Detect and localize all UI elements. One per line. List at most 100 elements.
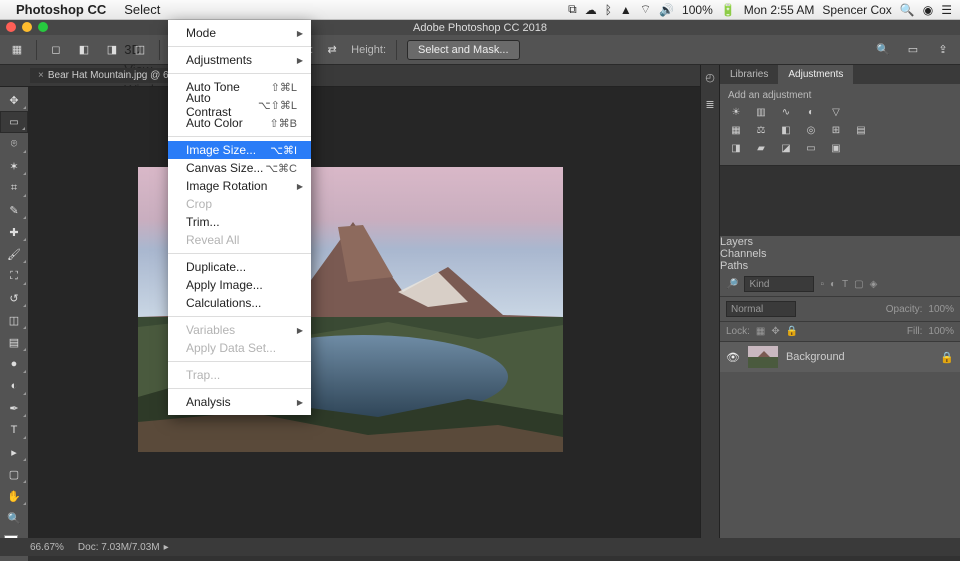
properties-rail-icon[interactable]: ≣	[705, 98, 714, 111]
selection-intersect-icon[interactable]: ◫	[131, 41, 149, 59]
dodge-tool[interactable]: ◐	[0, 375, 28, 397]
spotlight-icon[interactable]: 🔍	[900, 3, 915, 17]
colorlookup-icon[interactable]: ▤	[853, 123, 869, 137]
vibrance-icon[interactable]: ▽	[828, 105, 844, 119]
notif-icon[interactable]: ☰	[941, 3, 952, 17]
crop-tool[interactable]: ⌗	[0, 177, 28, 199]
filter-type-icon[interactable]: T	[842, 279, 848, 290]
layer-row[interactable]: 👁 Background 🔒	[720, 342, 960, 372]
levels-icon[interactable]: ▥	[753, 105, 769, 119]
ps-home-icon[interactable]: ▦	[8, 41, 26, 59]
menuitem-adjustments[interactable]: Adjustments	[168, 51, 311, 69]
zoom-tool[interactable]: 🔍	[0, 507, 28, 529]
app-name[interactable]: Photoshop CC	[16, 2, 106, 17]
filter-shape-icon[interactable]: ▢	[854, 279, 863, 290]
kind-filter[interactable]	[744, 276, 814, 292]
paths-tab[interactable]: Paths	[720, 260, 960, 272]
volume-icon[interactable]: 🔊	[659, 3, 674, 17]
close-window-button[interactable]	[6, 22, 16, 32]
wifi-icon[interactable]: ⌔	[640, 2, 651, 17]
channelmix-icon[interactable]: ⊞	[828, 123, 844, 137]
type-tool[interactable]: T	[0, 419, 28, 441]
history-brush-tool[interactable]: ↺	[0, 287, 28, 309]
blend-mode[interactable]	[726, 301, 796, 317]
bw-icon[interactable]: ◧	[778, 123, 794, 137]
kind-filter-icon[interactable]: 🔎	[726, 279, 738, 290]
lock-all-icon[interactable]: 🔒	[786, 326, 798, 337]
selection-new-icon[interactable]: ◻	[47, 41, 65, 59]
posterize-icon[interactable]: ▰	[753, 141, 769, 155]
siri-icon[interactable]: ◉	[923, 3, 933, 17]
menuitem-analysis[interactable]: Analysis	[168, 393, 311, 411]
menuitem-apply-image[interactable]: Apply Image...	[168, 276, 311, 294]
zoom-window-button[interactable]	[38, 22, 48, 32]
opacity-value[interactable]: 100%	[928, 304, 954, 315]
menuitem-duplicate[interactable]: Duplicate...	[168, 258, 311, 276]
workspace-icon[interactable]: ▭	[904, 41, 922, 59]
colorbalance-icon[interactable]: ⚖	[753, 123, 769, 137]
hue-icon[interactable]: ▦	[728, 123, 744, 137]
gradmap-icon[interactable]: ▭	[803, 141, 819, 155]
filter-adjust-icon[interactable]: ◐	[830, 279, 836, 290]
marquee-tool[interactable]: ▭	[0, 111, 28, 133]
selection-subtract-icon[interactable]: ◨	[103, 41, 121, 59]
zoom-readout[interactable]: 66.67%	[30, 542, 64, 553]
blur-tool[interactable]: ●	[0, 353, 28, 375]
doc-size-readout[interactable]: Doc: 7.03M/7.03M	[78, 542, 169, 553]
bluetooth-icon[interactable]: ᛒ	[605, 3, 612, 17]
battery-text[interactable]: 100%	[682, 3, 713, 17]
menuitem-canvas-size[interactable]: Canvas Size...⌥⌘C	[168, 159, 311, 177]
share-icon[interactable]: ⇪	[934, 41, 952, 59]
menuitem-image-size[interactable]: Image Size...⌥⌘I	[168, 141, 311, 159]
lock-position-icon[interactable]: ✥	[771, 326, 779, 337]
select-and-mask-button[interactable]: Select and Mask...	[407, 40, 520, 60]
brightness-icon[interactable]: ☀	[728, 105, 744, 119]
warning-icon[interactable]: ▲	[620, 3, 632, 17]
move-tool[interactable]: ✥	[0, 89, 28, 111]
menuitem-auto-color[interactable]: Auto Color⇧⌘B	[168, 114, 311, 132]
exposure-icon[interactable]: ◐	[803, 105, 819, 119]
healing-tool[interactable]: ✚	[0, 221, 28, 243]
cloud-icon[interactable]: ☁	[585, 3, 597, 17]
visibility-icon[interactable]: 👁	[726, 351, 740, 364]
photofilter-icon[interactable]: ◎	[803, 123, 819, 137]
gradient-tool[interactable]: ▤	[0, 331, 28, 353]
menuitem-auto-contrast[interactable]: Auto Contrast⌥⇧⌘L	[168, 96, 311, 114]
quick-select-tool[interactable]: ✶	[0, 155, 28, 177]
filter-pixel-icon[interactable]: ▫	[820, 279, 824, 290]
menuitem-mode[interactable]: Mode	[168, 24, 311, 42]
menuitem-trim[interactable]: Trim...	[168, 213, 311, 231]
menu-select[interactable]: Select	[116, 0, 178, 20]
shape-tool[interactable]: ▢	[0, 463, 28, 485]
eraser-tool[interactable]: ◫	[0, 309, 28, 331]
canvas-area[interactable]	[28, 87, 710, 538]
filter-smart-icon[interactable]: ◈	[870, 279, 878, 290]
user-name[interactable]: Spencer Cox	[822, 3, 891, 17]
path-select-tool[interactable]: ▸	[0, 441, 28, 463]
layers-tab[interactable]: Layers	[720, 236, 960, 248]
invert-icon[interactable]: ◨	[728, 141, 744, 155]
libraries-tab[interactable]: Libraries	[720, 65, 778, 84]
fill-value[interactable]: 100%	[928, 326, 954, 337]
battery-icon[interactable]: 🔋	[721, 3, 736, 17]
lock-icon[interactable]: 🔒	[940, 351, 954, 364]
curves-icon[interactable]: ∿	[778, 105, 794, 119]
stamp-tool[interactable]: ⛶	[0, 265, 28, 287]
close-tab-icon[interactable]: ×	[38, 70, 44, 81]
hand-tool[interactable]: ✋	[0, 485, 28, 507]
channels-tab[interactable]: Channels	[720, 248, 960, 260]
lock-pixels-icon[interactable]: ▦	[756, 326, 765, 337]
selective-icon[interactable]: ▣	[828, 141, 844, 155]
minimize-window-button[interactable]	[22, 22, 32, 32]
eyedropper-tool[interactable]: ✎	[0, 199, 28, 221]
clock[interactable]: Mon 2:55 AM	[744, 3, 815, 17]
pen-tool[interactable]: ✒	[0, 397, 28, 419]
layer-name[interactable]: Background	[786, 351, 845, 363]
threshold-icon[interactable]: ◪	[778, 141, 794, 155]
brush-tool[interactable]: 🖌	[0, 243, 28, 265]
dropbox-icon[interactable]: ⧉	[568, 2, 577, 17]
selection-add-icon[interactable]: ◧	[75, 41, 93, 59]
menuitem-image-rotation[interactable]: Image Rotation	[168, 177, 311, 195]
history-rail-icon[interactable]: ◴	[705, 71, 715, 84]
menuitem-calculations[interactable]: Calculations...	[168, 294, 311, 312]
